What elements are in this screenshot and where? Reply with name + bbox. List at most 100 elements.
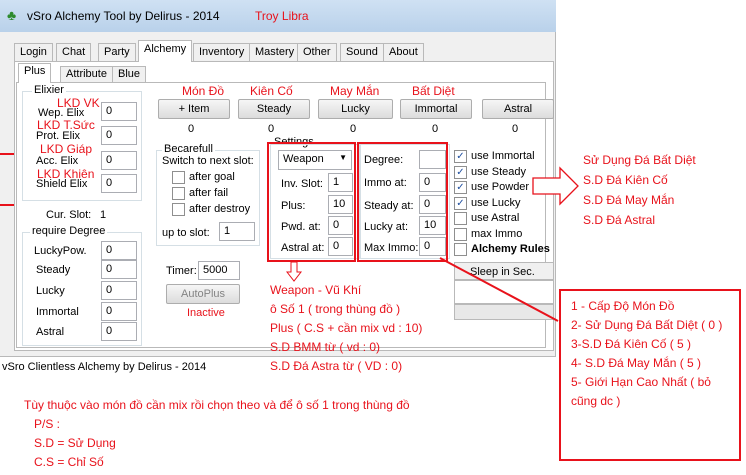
timer-field[interactable]: 5000 [198, 261, 240, 280]
window-title: vSro Alchemy Tool by Delirus - 2014 [27, 9, 220, 23]
annotation-lkd-vk: LKD VK [57, 96, 100, 110]
bottom-note-3: S.D = Sử Dụng [34, 436, 116, 450]
annotation-box-settings [267, 142, 356, 262]
use-steady-label: use Steady [471, 166, 527, 178]
use-astral-label: use Astral [471, 212, 520, 224]
lucky-degree-field[interactable]: 0 [101, 281, 137, 300]
use-lucky-label: use Lucky [471, 197, 521, 209]
up-to-slot-label: up to slot: [162, 227, 210, 239]
subtab-blue[interactable]: Blue [112, 66, 147, 83]
right-arrow-icon [532, 166, 579, 206]
tab-inventory[interactable]: Inventory [193, 43, 251, 61]
alchemy-rules-label: Alchemy Rules [471, 243, 550, 255]
down-arrow-icon [285, 261, 303, 282]
annotation-tick [0, 153, 14, 155]
max-immo-check-label: max Immo [471, 228, 523, 240]
right-box-note-3: 3-S.D Đá Kiên Cố ( 5 ) [571, 337, 692, 351]
steady-count: 0 [268, 123, 275, 135]
use-steady-checkbox[interactable]: ✓ [454, 166, 467, 179]
weapon-note-1: Weapon - Vũ Khí [270, 283, 362, 297]
window-subtitle: Troy Libra [255, 9, 309, 23]
alchemy-rules-checkbox[interactable] [454, 243, 467, 256]
astral-button[interactable]: Astral [482, 99, 554, 119]
annotation-kien-co: Kiên Cố [250, 84, 293, 98]
subtab-attribute[interactable]: Attribute [60, 66, 113, 83]
annotation-may-man: May Mắn [330, 84, 380, 98]
tab-other[interactable]: Other [297, 43, 337, 61]
right-box-note-4: 4- S.D Đá May Mắn ( 5 ) [571, 356, 702, 370]
right-box-notes: 1 - Cấp Độ Món Đồ 2- Sử Dụng Đá Bất Diệt… [571, 297, 736, 411]
immortal-degree-label: Immortal [36, 306, 79, 318]
item-count: 0 [188, 123, 195, 135]
weapon-note-2: ô Số 1 ( trong thùng đồ ) [270, 302, 401, 316]
astral-count: 0 [512, 123, 519, 135]
weapon-notes: Weapon - Vũ Khí ô Số 1 ( trong thùng đồ … [270, 281, 422, 376]
use-lucky-checkbox[interactable]: ✓ [454, 197, 467, 210]
right-note-2: S.D Đá Kiên Cố [583, 173, 668, 187]
after-destroy-checkbox[interactable] [172, 203, 185, 216]
annotation-bat-diet: Bất Diệt [412, 84, 455, 98]
steady-degree-field[interactable]: 0 [101, 260, 137, 279]
after-goal-checkbox[interactable] [172, 171, 185, 184]
right-box-note-6: cũng dc ) [571, 394, 621, 408]
becarefull-title: Becarefull [162, 143, 215, 155]
annotation-lkd-giap: LKD Giáp [40, 142, 93, 156]
bottom-note-4: C.S = Chỉ Số [34, 455, 104, 469]
subtab-plus[interactable]: Plus [18, 63, 52, 83]
acc-elix-field[interactable]: 0 [101, 151, 137, 170]
tab-chat[interactable]: Chat [56, 43, 92, 61]
tab-login[interactable]: Login [14, 43, 53, 61]
max-immo-checkbox[interactable] [454, 228, 467, 241]
tab-alchemy[interactable]: Alchemy [138, 40, 193, 62]
acc-elix-label: Acc. Elix [36, 155, 79, 167]
tab-party[interactable]: Party [98, 43, 136, 61]
switch-slot-label: Switch to next slot: [162, 155, 254, 167]
immortal-degree-field[interactable]: 0 [101, 302, 137, 321]
wep-elix-field[interactable]: 0 [101, 102, 137, 121]
use-powder-label: use Powder [471, 181, 530, 193]
right-top-notes: Sử Dụng Đá Bất Diệt S.D Đá Kiên Cố S.D Đ… [583, 150, 696, 230]
astral-degree-field[interactable]: 0 [101, 322, 137, 341]
after-fail-label: after fail [189, 187, 229, 199]
immortal-button[interactable]: Immortal [400, 99, 472, 119]
lucky-button[interactable]: Lucky [318, 99, 393, 119]
bottom-note-2: P/S : [34, 417, 61, 431]
require-degree-title: require Degree [30, 225, 108, 237]
after-fail-checkbox[interactable] [172, 187, 185, 200]
title-bar: ♣ vSro Alchemy Tool by Delirus - 2014 Tr… [0, 0, 556, 32]
right-note-3: S.D Đá May Mắn [583, 193, 675, 207]
astral-degree-label: Astral [36, 326, 65, 338]
autoplus-button[interactable]: AutoPlus [166, 284, 240, 304]
right-box-note-5: 5- Giới Hạn Cao Nhất ( bỏ [571, 375, 711, 389]
cur-slot-value: 1 [100, 209, 107, 221]
annotation-lkd-tsuc: LKD T.Sức [37, 118, 95, 132]
use-immortal-checkbox[interactable]: ✓ [454, 150, 467, 163]
log-line: vSro Clientless Alchemy by Delirus - 201… [2, 361, 207, 373]
annotation-box-degree [357, 142, 448, 262]
steady-button[interactable]: Steady [238, 99, 310, 119]
shield-elix-field[interactable]: 0 [101, 174, 137, 193]
after-destroy-label: after destroy [189, 203, 251, 215]
annotation-tick-2 [0, 204, 14, 206]
luckypow-field[interactable]: 0 [101, 241, 137, 260]
tab-sound[interactable]: Sound [340, 43, 384, 61]
weapon-note-5: S.D Đá Astra từ ( VD : 0) [270, 359, 403, 373]
cur-slot-label: Cur. Slot: [46, 209, 92, 221]
right-note-4: S.D Đá Astral [583, 213, 656, 227]
bottom-notes: Tùy thuộc vào món đồ cần mix rồi chọn th… [24, 396, 410, 472]
tab-mastery[interactable]: Mastery [249, 43, 301, 61]
pointer-line [439, 257, 559, 322]
use-astral-checkbox[interactable] [454, 212, 467, 225]
use-powder-checkbox[interactable]: ✓ [454, 181, 467, 194]
elixier-title: Elixier [32, 84, 66, 96]
annotation-mon-do: Món Đồ [182, 84, 225, 98]
add-item-button[interactable]: + Item [158, 99, 230, 119]
prot-elix-field[interactable]: 0 [101, 126, 137, 145]
weapon-note-3: Plus ( C.S + cần mix vd : 10) [270, 321, 423, 335]
autoplus-status: Inactive [187, 307, 225, 319]
timer-label: Timer: [166, 265, 197, 277]
tab-about[interactable]: About [383, 43, 424, 61]
up-to-slot-field[interactable]: 1 [219, 222, 255, 241]
lucky-degree-label: Lucky [36, 285, 65, 297]
right-note-1: Sử Dụng Đá Bất Diệt [583, 153, 696, 167]
